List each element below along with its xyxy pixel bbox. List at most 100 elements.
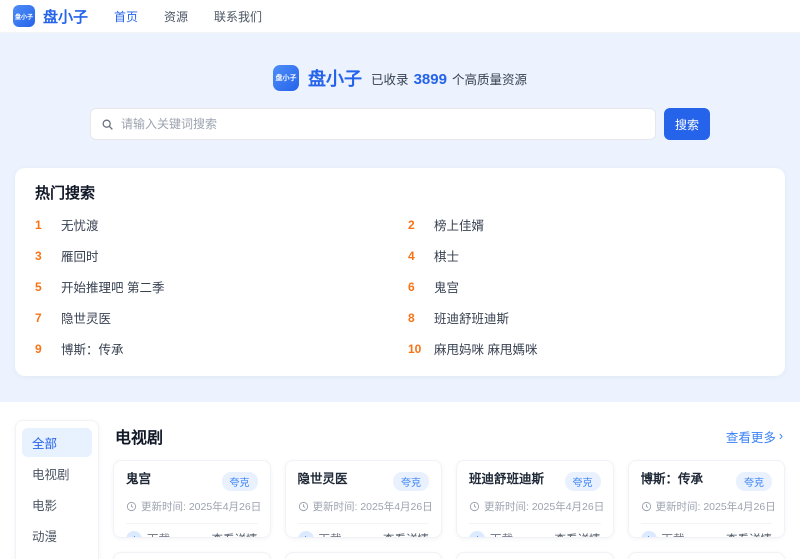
sidebar-item-movie[interactable]: 电影 [22,490,92,519]
download-button[interactable]: 下载 [469,531,513,538]
search-button[interactable]: 搜索 [664,108,710,140]
clock-icon [298,501,309,512]
hot-label: 班迪舒班迪斯 [434,308,509,327]
hot-search-item[interactable]: 2 榜上佳婿 [408,209,765,240]
section-title: 电视剧 [115,424,163,448]
resource-card: 隐世灵医 夸克 更新时间: 2025年4月26日 [285,460,443,538]
download-button[interactable]: 下载 [126,531,170,538]
hero-section: 盘小子 盘小子 已收录 3899 个高质量资源 搜索 热门搜索 1 无忧渡 [0,33,800,402]
resource-card: 有院子的家 夸克 更新时间: 2025年4月26日 [628,552,786,559]
card-title[interactable]: 班迪舒班迪斯 [469,472,544,488]
netdisk-badge: 夸克 [393,472,429,491]
hot-search-list: 1 无忧渡 2 榜上佳婿 3 雁回时 4 棋士 5 开始推理吧 第二季 6 鬼宫 [35,209,765,364]
search-icon [101,118,114,131]
brand-logo-icon[interactable]: 盘小子 [13,5,35,27]
hot-label: 麻甩妈咪 麻甩媽咪 [434,339,537,358]
resource-card: 班迪舒班迪斯 夸克 更新时间: 2025年4月26日 [456,460,614,538]
search-bar: 搜索 [90,108,710,140]
resource-card: 鬼宫 夸克 更新时间: 2025年4月26日 [113,460,271,538]
card-title[interactable]: 隐世灵医 [298,472,348,488]
hot-label: 棋士 [434,246,459,265]
hot-search-item[interactable]: 8 班迪舒班迪斯 [408,302,765,333]
download-icon [298,531,314,538]
clock-icon [641,501,652,512]
nav-link-contact[interactable]: 联系我们 [214,8,262,25]
search-input-wrap [90,108,656,140]
navbar: 盘小子 盘小子 首页 资源 联系我们 [0,0,800,33]
hot-rank: 6 [408,280,434,294]
stats-count: 3899 [414,71,447,88]
hot-search-item[interactable]: 1 无忧渡 [35,209,392,240]
card-title[interactable]: 鬼宫 [126,472,151,488]
hot-search-item[interactable]: 7 隐世灵医 [35,302,392,333]
hero-brand-name: 盘小子 [308,65,362,91]
hot-label: 无忧渡 [61,215,99,234]
view-detail-link[interactable]: 查看详情 [212,531,258,538]
netdisk-badge: 夸克 [565,472,601,491]
content-area: 电视剧 查看更多 › 鬼宫 夸克 更新时间: 2 [113,420,785,559]
sidebar-item-anime[interactable]: 动漫 [22,521,92,550]
hot-label: 鬼宫 [434,277,459,296]
hot-rank: 8 [408,311,434,325]
sidebar-item-variety[interactable]: 综艺 [22,552,92,559]
hot-search-item[interactable]: 5 开始推理吧 第二季 [35,271,392,302]
download-label: 下载 [319,531,342,538]
category-sidebar: 全部 电视剧 电影 动漫 综艺 漫画 短剧 电子书 课程 音乐 [15,420,99,559]
hot-label: 博斯：传承 [61,339,124,358]
nav-link-resources[interactable]: 资源 [164,8,188,25]
hot-search-item[interactable]: 9 博斯：传承 [35,333,392,364]
card-update-time: 更新时间: 2025年4月26日 [484,499,604,514]
section-header: 电视剧 查看更多 › [113,420,785,460]
clock-icon [469,501,480,512]
resource-card: 麻甩妈咪 麻甩媽咪 夸克 更新时间: 2025年4月26日 [113,552,271,559]
hot-rank: 4 [408,249,434,263]
view-detail-link[interactable]: 查看详情 [555,531,601,538]
stats-prefix: 已收录 [371,69,409,88]
download-label: 下载 [490,531,513,538]
card-update-time: 更新时间: 2025年4月26日 [141,499,261,514]
hot-label: 雁回时 [61,246,99,265]
download-icon [469,531,485,538]
hot-rank: 2 [408,218,434,232]
resource-card: 即使成为大人 夸克 更新时间: 2025年4月26日 [456,552,614,559]
hot-rank: 3 [35,249,61,263]
nav-link-home[interactable]: 首页 [114,8,138,25]
card-update-time: 更新时间: 2025年4月26日 [656,499,776,514]
hot-search-item[interactable]: 6 鬼宫 [408,271,765,302]
chevron-right-icon: › [779,429,783,443]
download-button[interactable]: 下载 [641,531,685,538]
hot-rank: 9 [35,342,61,356]
hot-rank: 10 [408,342,434,356]
clock-icon [126,501,137,512]
stats-suffix: 个高质量资源 [452,69,527,88]
brand-name[interactable]: 盘小子 [43,6,88,27]
download-button[interactable]: 下载 [298,531,342,538]
sidebar-item-tv[interactable]: 电视剧 [22,459,92,488]
hot-search-item[interactable]: 4 棋士 [408,240,765,271]
hero-title: 盘小子 盘小子 已收录 3899 个高质量资源 [15,65,785,91]
view-more-label: 查看更多 [726,427,776,446]
netdisk-badge: 夸克 [736,472,772,491]
hot-label: 开始推理吧 第二季 [61,277,164,296]
hot-search-panel: 热门搜索 1 无忧渡 2 榜上佳婿 3 雁回时 4 棋士 5 开始推理吧 第二季 [15,168,785,376]
view-more-link[interactable]: 查看更多 › [726,427,783,446]
hot-label: 隐世灵医 [61,308,111,327]
main-area: 全部 电视剧 电影 动漫 综艺 漫画 短剧 电子书 课程 音乐 电视剧 查看更多… [0,410,800,559]
hot-rank: 1 [35,218,61,232]
nav-links: 首页 资源 联系我们 [114,8,262,25]
resource-grid: 鬼宫 夸克 更新时间: 2025年4月26日 [113,460,785,559]
sidebar-item-all[interactable]: 全部 [22,428,92,457]
hero-stats: 已收录 3899 个高质量资源 [371,69,527,88]
hot-search-item[interactable]: 10 麻甩妈咪 麻甩媽咪 [408,333,765,364]
card-title[interactable]: 博斯：传承 [641,472,704,488]
hot-rank: 7 [35,311,61,325]
view-detail-link[interactable]: 查看详情 [383,531,429,538]
card-update-time: 更新时间: 2025年4月26日 [313,499,433,514]
hot-search-title: 热门搜索 [35,182,765,203]
hot-search-item[interactable]: 3 雁回时 [35,240,392,271]
download-icon [126,531,142,538]
resource-card: 宗门里除了我都是卧底 夸克 更新时间: 2025年4月26日 [285,552,443,559]
search-input[interactable] [121,117,645,131]
view-detail-link[interactable]: 查看详情 [726,531,772,538]
download-label: 下载 [147,531,170,538]
